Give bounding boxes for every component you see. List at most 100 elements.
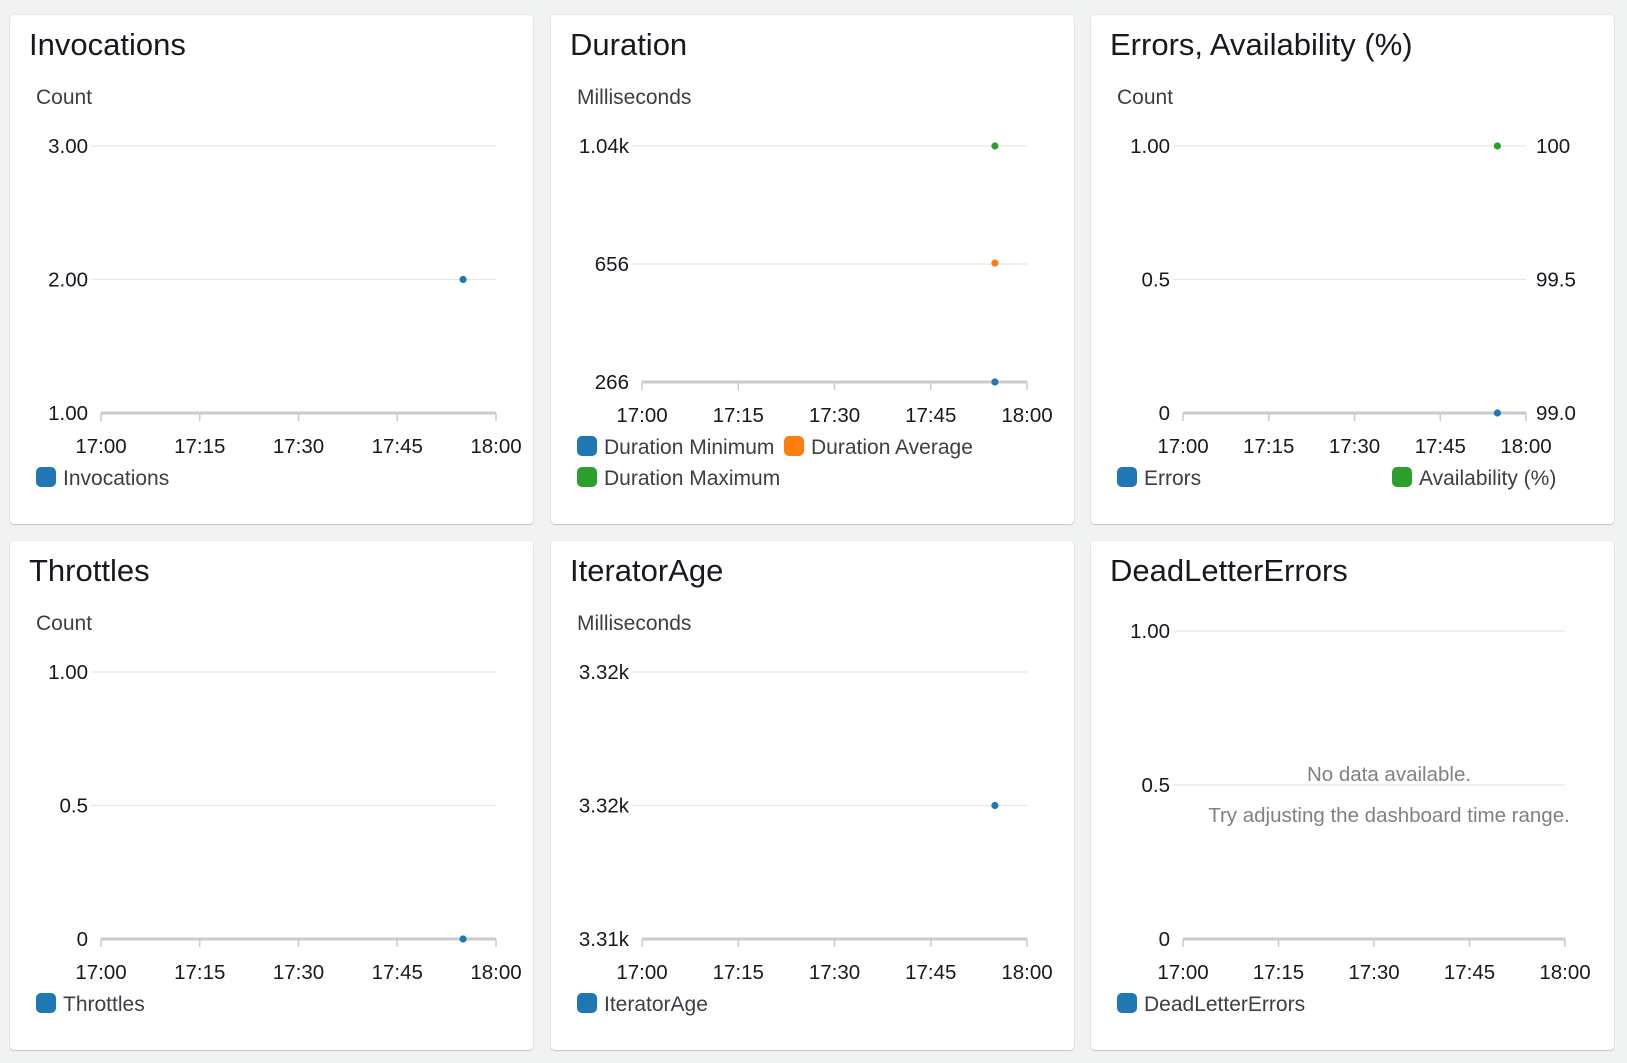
chart-svg: IteratorAge Milliseconds 3.32k 3.32k 3.31k 17…: [570, 553, 1053, 1016]
chart-svg: Errors, Availability (%) Count 1.00 0.5 0 100…: [1110, 27, 1576, 490]
data-point-duration-average[interactable]: [991, 259, 999, 267]
legend-label: Duration Maximum: [604, 467, 780, 490]
data-point-duration-minimum[interactable]: [991, 378, 999, 386]
chart-svg: DeadLetterErrors 1.00 0.5 0 17:00 17:15 17:30 1…: [1110, 553, 1591, 1016]
x-tick-label: 17:00: [616, 404, 667, 427]
y-right-tick-label: 99.5: [1536, 269, 1576, 292]
x-tick-label: 18:00: [470, 961, 521, 984]
x-tick-label: 17:30: [809, 961, 860, 984]
legend-label: Duration Minimum: [604, 436, 774, 459]
y-tick-label: 1.00: [1130, 620, 1170, 643]
legend-swatch: [1392, 467, 1412, 487]
y-tick-label: 3.32k: [579, 795, 630, 818]
widget-title: IteratorAge: [570, 553, 723, 588]
widget-title: Invocations: [29, 27, 186, 62]
legend-item[interactable]: IteratorAge: [577, 993, 708, 1016]
data-point-throttles[interactable]: [459, 935, 467, 943]
y-tick-label: 656: [595, 253, 629, 276]
no-data-hint: Try adjusting the dashboard time range.: [1208, 804, 1570, 827]
x-tick-label: 17:30: [1329, 435, 1380, 458]
x-tick-label: 17:00: [1157, 961, 1208, 984]
legend-label: Invocations: [63, 467, 169, 490]
x-tick-label: 18:00: [470, 435, 521, 458]
x-tick-label: 17:30: [809, 404, 860, 427]
widget-title: Errors, Availability (%): [1110, 27, 1413, 62]
x-tick-label: 18:00: [1539, 961, 1590, 984]
widget-dead-letter-errors[interactable]: DeadLetterErrors 1.00 0.5 0 17:00 17:15 17:30 1…: [1091, 541, 1614, 1050]
widget-throttles[interactable]: Throttles Count 1.00 0.5 0 17:00 17:15 17:30 17:…: [10, 541, 533, 1050]
legend-item[interactable]: Errors: [1117, 467, 1201, 490]
y-axis-unit-label: Count: [1117, 86, 1173, 109]
x-tick-label: 18:00: [1001, 404, 1052, 427]
widget-title: DeadLetterErrors: [1110, 553, 1348, 588]
y-tick-label: 2.00: [48, 269, 88, 292]
y-tick-label: 0.5: [1142, 269, 1171, 292]
y-axis-unit-label: Count: [36, 86, 92, 109]
x-tick-label: 17:00: [75, 961, 126, 984]
chart-svg: Invocations Count 3.00 2.00 1.00 17:00 17:15 17…: [29, 27, 522, 490]
data-point-iteratorage[interactable]: [991, 801, 999, 810]
x-tick-label: 17:45: [905, 404, 956, 427]
legend-item[interactable]: Invocations: [36, 467, 169, 490]
y-axis-unit-label: Milliseconds: [577, 86, 691, 109]
x-tick-label: 17:30: [273, 435, 324, 458]
y-tick-label: 0: [77, 928, 88, 951]
data-point-availability[interactable]: [1493, 142, 1502, 150]
x-tick-label: 17:45: [905, 961, 956, 984]
no-data-message: No data available.: [1307, 763, 1471, 786]
legend-item[interactable]: Throttles: [36, 993, 145, 1016]
dashboard-grid: Invocations Count 3.00 2.00 1.00 17:00 17:15 17…: [0, 0, 1627, 1063]
chart-svg: Duration Milliseconds 1.04k 656 266 17:00 17:1…: [570, 27, 1053, 490]
x-tick-label: 17:15: [174, 961, 225, 984]
widget-duration[interactable]: Duration Milliseconds 1.04k 656 266 17:00 17:1…: [551, 15, 1074, 524]
x-tick-label: 17:00: [1157, 435, 1208, 458]
y-right-tick-label: 99.0: [1536, 402, 1576, 425]
legend-swatch: [1117, 993, 1137, 1013]
y-tick-label: 3.00: [48, 135, 88, 158]
widget-invocations[interactable]: Invocations Count 3.00 2.00 1.00 17:00 17:15 17…: [10, 15, 533, 524]
y-axis-unit-label: Count: [36, 612, 92, 635]
data-point-duration-maximum[interactable]: [991, 142, 999, 150]
y-tick-label: 3.32k: [579, 661, 630, 684]
x-tick-label: 18:00: [1500, 435, 1551, 458]
y-tick-label: 1.00: [48, 402, 88, 425]
legend-item[interactable]: Duration Minimum: [577, 436, 774, 459]
widget-title: Throttles: [29, 553, 150, 588]
legend-swatch: [1117, 467, 1137, 487]
x-tick-label: 17:45: [1444, 961, 1495, 984]
x-tick-label: 17:00: [616, 961, 667, 984]
x-tick-label: 17:15: [174, 435, 225, 458]
data-point-invocations[interactable]: [459, 275, 467, 284]
legend-item[interactable]: Availability (%): [1392, 467, 1556, 490]
widget-errors-availability[interactable]: Errors, Availability (%) Count 1.00 0.5 0 100…: [1091, 15, 1614, 524]
x-tick-label: 17:45: [372, 961, 423, 984]
legend-label: Errors: [1144, 467, 1201, 490]
y-tick-label: 0: [1159, 402, 1170, 425]
y-tick-label: 1.00: [1130, 135, 1170, 158]
y-tick-label: 3.31k: [579, 928, 630, 951]
widget-iterator-age[interactable]: IteratorAge Milliseconds 3.32k 3.32k 3.31k 17…: [551, 541, 1074, 1050]
y-tick-label: 0.5: [60, 795, 89, 818]
x-tick-label: 18:00: [1001, 961, 1052, 984]
legend-label: Duration Average: [811, 436, 973, 459]
legend-label: Throttles: [63, 993, 145, 1016]
legend-label: DeadLetterErrors: [1144, 993, 1305, 1016]
x-tick-label: 17:45: [1415, 435, 1466, 458]
legend-item[interactable]: DeadLetterErrors: [1117, 993, 1305, 1016]
data-point-errors[interactable]: [1493, 409, 1502, 417]
y-right-tick-label: 100: [1536, 135, 1570, 158]
legend-swatch: [784, 436, 804, 456]
x-tick-label: 17:30: [273, 961, 324, 984]
legend-swatch: [577, 436, 597, 456]
y-tick-label: 266: [595, 371, 629, 394]
x-tick-label: 17:15: [713, 961, 764, 984]
x-tick-label: 17:15: [713, 404, 764, 427]
x-tick-label: 17:30: [1348, 961, 1399, 984]
legend-item[interactable]: Duration Maximum: [577, 467, 780, 490]
y-tick-label: 1.04k: [579, 135, 630, 158]
legend-item[interactable]: Duration Average: [784, 436, 973, 459]
legend-label: IteratorAge: [604, 993, 708, 1016]
x-tick-label: 17:00: [75, 435, 126, 458]
y-tick-label: 1.00: [48, 661, 88, 684]
legend-swatch: [36, 993, 56, 1013]
